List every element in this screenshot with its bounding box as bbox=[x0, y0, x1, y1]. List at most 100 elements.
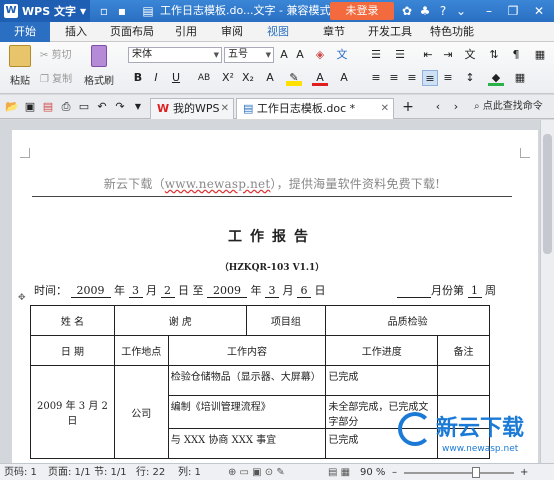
justify-icon[interactable]: ≡ bbox=[422, 70, 438, 86]
app-menu-button[interactable]: W WPS 文字 ▼ bbox=[0, 0, 90, 22]
date-header-cell[interactable]: 日 期 bbox=[30, 335, 115, 366]
table-icon[interactable]: ▦ bbox=[532, 47, 548, 63]
char-shading-icon[interactable]: A bbox=[336, 70, 352, 86]
login-button[interactable]: 未登录 bbox=[330, 2, 394, 20]
tab-features[interactable]: 特色功能 bbox=[424, 22, 480, 42]
bold-icon[interactable]: B bbox=[130, 70, 146, 86]
document-heading[interactable]: 工作报告 bbox=[32, 226, 512, 246]
outdent-icon[interactable]: ⇤ bbox=[420, 47, 436, 63]
tab-developer[interactable]: 开发工具 bbox=[362, 22, 418, 42]
progress-cell[interactable]: 已完成 bbox=[325, 365, 439, 396]
format-painter-button[interactable]: 格式刷 bbox=[82, 45, 116, 87]
content-cell[interactable]: 编制《培训管理流程》 bbox=[167, 395, 327, 429]
tab-chapter[interactable]: 章节 bbox=[314, 22, 354, 42]
grow-font-icon[interactable]: A bbox=[276, 47, 292, 63]
italic-icon[interactable]: I bbox=[148, 70, 164, 86]
page-header-text[interactable]: 新云下载（www.newasp.net），提供海量软件资料免费下载! bbox=[32, 175, 512, 192]
scrollbar-thumb[interactable] bbox=[543, 134, 552, 254]
new-tab-icon[interactable]: + bbox=[400, 99, 416, 115]
settings-chevron-icon[interactable]: ⌄ bbox=[452, 0, 470, 22]
font-color-icon[interactable]: A bbox=[312, 70, 328, 86]
align-left-icon[interactable]: ≡ bbox=[368, 70, 384, 86]
copy-button[interactable]: ❐ 复制 bbox=[40, 70, 72, 85]
shading-icon[interactable]: ◆ bbox=[488, 70, 504, 86]
view-mode-icons-2[interactable]: ▤ ▦ bbox=[328, 464, 350, 480]
note-header-cell[interactable]: 备注 bbox=[437, 335, 490, 366]
tab-my-wps[interactable]: W 我的WPS ✕ bbox=[150, 98, 234, 119]
table-move-handle-icon[interactable]: ✥ bbox=[18, 293, 26, 303]
font-name-select[interactable]: 宋体 ▼ bbox=[128, 47, 222, 63]
restore-button[interactable]: ❐ bbox=[504, 0, 522, 22]
text-effect-icon[interactable]: A bbox=[262, 70, 278, 86]
zoom-out-icon[interactable]: – bbox=[392, 464, 397, 480]
clear-format-icon[interactable]: ◈ bbox=[312, 47, 328, 63]
date-value-cell[interactable]: 2009 年 3 月 2 日 bbox=[30, 365, 115, 459]
minimize-button[interactable]: – bbox=[480, 0, 498, 22]
name-value-cell[interactable]: 谢 虎 bbox=[113, 305, 247, 336]
new-doc-icon[interactable]: ▫ bbox=[96, 3, 112, 19]
name-label-cell[interactable]: 姓 名 bbox=[30, 305, 115, 336]
content-cell[interactable]: 检验仓储物品（显示器、大屏幕） bbox=[167, 365, 327, 396]
status-page-number[interactable]: 页码: 1 bbox=[4, 464, 37, 480]
close-icon[interactable]: ✕ bbox=[381, 99, 389, 119]
highlight-icon[interactable]: ✎ bbox=[286, 70, 302, 86]
tab-insert[interactable]: 插入 bbox=[56, 22, 96, 42]
zoom-in-icon[interactable]: + bbox=[520, 464, 528, 480]
print-icon[interactable]: ⎙ bbox=[58, 99, 74, 115]
indent-icon[interactable]: ⇥ bbox=[440, 47, 456, 63]
sort-icon[interactable]: ⇅ bbox=[486, 47, 502, 63]
zoom-slider-thumb[interactable] bbox=[472, 467, 480, 478]
date-line[interactable]: 时间： 2009 年 3 月 2 日 至 2009 年 3 月 6 日 月份第 … bbox=[34, 282, 504, 300]
close-icon[interactable]: ✕ bbox=[221, 99, 229, 119]
tab-page-layout[interactable]: 页面布局 bbox=[104, 22, 160, 42]
print-preview-icon[interactable]: ▭ bbox=[76, 99, 92, 115]
status-column[interactable]: 列: 1 bbox=[178, 464, 201, 480]
underline-icon[interactable]: U bbox=[168, 70, 184, 86]
borders-icon[interactable]: ▦ bbox=[512, 70, 528, 86]
font-size-select[interactable]: 五号 ▼ bbox=[224, 47, 274, 63]
line-spacing-icon[interactable]: ↕ bbox=[462, 70, 478, 86]
document-code[interactable]: （HZKQR-103 V1.1） bbox=[32, 260, 512, 273]
numbered-list-icon[interactable]: ☰ bbox=[392, 47, 408, 63]
status-section[interactable]: 节: 1/1 bbox=[94, 464, 127, 480]
note-cell[interactable] bbox=[437, 365, 490, 396]
tab-references[interactable]: 引用 bbox=[166, 22, 206, 42]
save-icon[interactable]: ▪ bbox=[114, 3, 130, 19]
export-pdf-icon[interactable]: ▤ bbox=[40, 99, 56, 115]
paste-button[interactable]: 粘贴 bbox=[4, 45, 36, 87]
tab-home[interactable]: 开始 bbox=[0, 22, 50, 42]
content-header-cell[interactable]: 工作内容 bbox=[167, 335, 327, 366]
subscript-icon[interactable]: X₂ bbox=[240, 70, 256, 86]
place-header-cell[interactable]: 工作地点 bbox=[113, 335, 169, 366]
redo-icon[interactable]: ↷ bbox=[112, 99, 128, 115]
close-button[interactable]: ✕ bbox=[530, 0, 548, 22]
place-value-cell[interactable]: 公司 bbox=[113, 365, 169, 459]
superscript-icon[interactable]: X² bbox=[220, 70, 236, 86]
tab-active-document[interactable]: ▤ 工作日志模板.doc * ✕ bbox=[236, 98, 394, 119]
command-search[interactable]: ⌕ 点此查找命令 bbox=[474, 99, 543, 115]
align-center-icon[interactable]: ≡ bbox=[386, 70, 402, 86]
shrink-font-icon[interactable]: A bbox=[292, 47, 308, 63]
help-icon[interactable]: ? bbox=[434, 0, 452, 22]
group-label-cell[interactable]: 项目组 bbox=[245, 305, 327, 336]
save-icon[interactable]: ▣ bbox=[22, 99, 38, 115]
distribute-icon[interactable]: ≡ bbox=[440, 70, 456, 86]
strikethrough-icon[interactable]: AB bbox=[194, 70, 214, 86]
bullet-list-icon[interactable]: ☰ bbox=[368, 47, 384, 63]
cut-button[interactable]: ✂ 剪切 bbox=[40, 46, 72, 61]
view-mode-icons[interactable]: ⊕ ▭ ▣ ⊙ ✎ bbox=[228, 464, 285, 480]
show-marks-icon[interactable]: ¶ bbox=[508, 47, 524, 63]
chevron-right-icon[interactable]: › bbox=[448, 99, 464, 115]
group-value-cell[interactable]: 品质检验 bbox=[325, 305, 490, 336]
progress-header-cell[interactable]: 工作进度 bbox=[325, 335, 439, 366]
tab-review[interactable]: 审阅 bbox=[212, 22, 252, 42]
chevron-left-icon[interactable]: ‹ bbox=[430, 99, 446, 115]
status-pages[interactable]: 页面: 1/1 bbox=[48, 464, 91, 480]
zoom-value[interactable]: 90 % bbox=[360, 464, 385, 480]
more-icon[interactable]: ▼ bbox=[130, 99, 146, 115]
skin-icon[interactable]: ✿ bbox=[398, 0, 416, 22]
align-right-icon[interactable]: ≡ bbox=[404, 70, 420, 86]
content-cell[interactable]: 与 XXX 协商 XXX 事宜 bbox=[167, 428, 327, 459]
pinyin-icon[interactable]: 文 bbox=[334, 47, 350, 63]
zoom-slider[interactable] bbox=[404, 467, 514, 478]
